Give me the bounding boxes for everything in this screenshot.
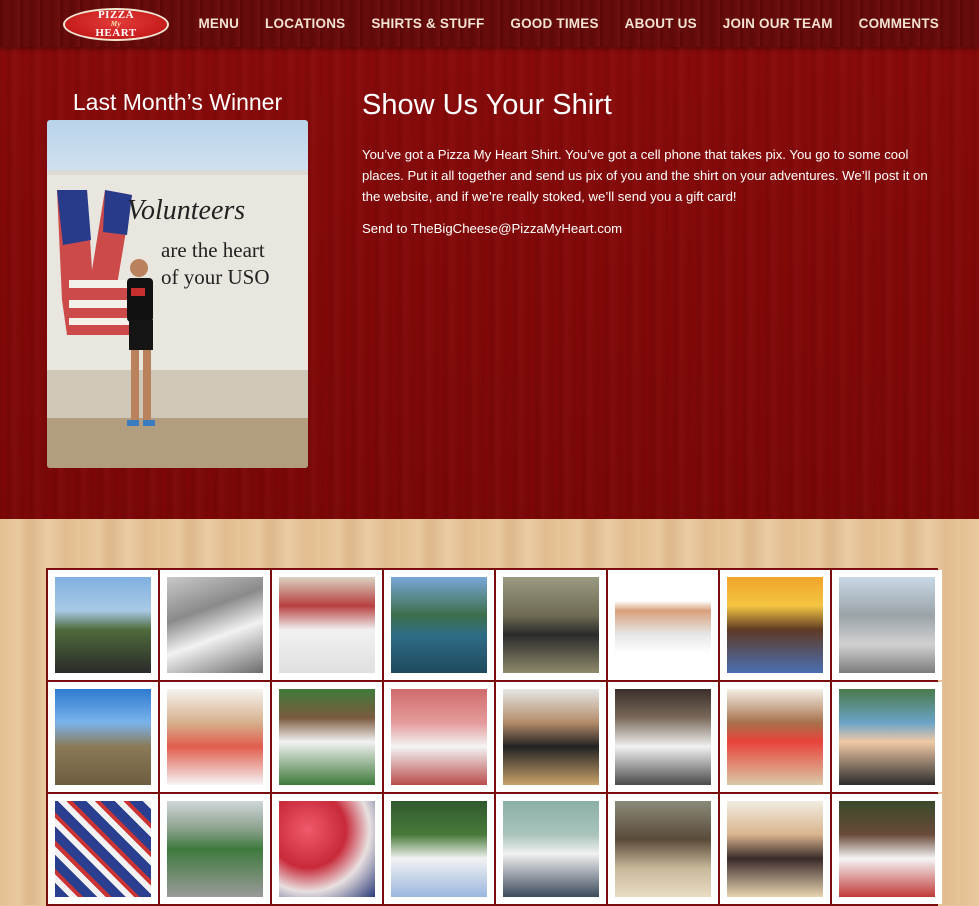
nav-item-shirts-stuff[interactable]: SHIRTS & STUFF (371, 16, 484, 31)
gallery-photo[interactable] (160, 682, 270, 792)
photo-gallery (46, 568, 942, 906)
gallery-photo[interactable] (720, 794, 830, 904)
gallery-photo[interactable] (384, 794, 494, 904)
sign-text-volunteers: Volunteers (127, 195, 246, 226)
nav-item-menu[interactable]: MENU (198, 16, 239, 31)
gallery-photo[interactable] (832, 794, 942, 904)
intro-paragraph: You’ve got a Pizza My Heart Shirt. You’v… (362, 147, 928, 204)
pizza-my-heart-logo[interactable]: PIZZA My HEART (63, 8, 169, 41)
gallery-photo[interactable] (272, 570, 382, 680)
page-title: Show Us Your Shirt (362, 89, 612, 121)
gallery-photo[interactable] (720, 682, 830, 792)
gallery-photo[interactable] (720, 570, 830, 680)
nav-item-good-times[interactable]: GOOD TIMES (510, 16, 598, 31)
email-contact[interactable]: Send to TheBigCheese@PizzaMyHeart.com (362, 218, 947, 239)
gallery-photo[interactable] (608, 570, 718, 680)
intro-text: You’ve got a Pizza My Heart Shirt. You’v… (362, 144, 947, 250)
gallery-photo[interactable] (384, 570, 494, 680)
top-navbar: PIZZA My HEART MENU LOCATIONS SHIRTS & S… (0, 0, 979, 47)
sign-text-uso: of your USO (161, 265, 270, 289)
gallery-photo[interactable] (48, 570, 158, 680)
winner-photo-illustration (47, 175, 308, 468)
gallery-photo[interactable] (496, 682, 606, 792)
gallery-photo[interactable] (272, 794, 382, 904)
gallery-photo[interactable] (160, 794, 270, 904)
gallery-photo[interactable] (832, 682, 942, 792)
gallery-photo[interactable] (496, 570, 606, 680)
nav-item-about-us[interactable]: ABOUT US (625, 16, 697, 31)
gallery-photo[interactable] (496, 794, 606, 904)
gallery-photo[interactable] (160, 570, 270, 680)
sign-text-heart: are the heart (161, 238, 265, 262)
nav-item-comments[interactable]: COMMENTS (859, 16, 939, 31)
gallery-photo[interactable] (272, 682, 382, 792)
logo-text-heart: HEART (95, 27, 137, 39)
nav-menu: MENU LOCATIONS SHIRTS & STUFF GOOD TIMES… (172, 0, 939, 47)
nav-item-locations[interactable]: LOCATIONS (265, 16, 345, 31)
nav-item-join-our-team[interactable]: JOIN OUR TEAM (723, 16, 833, 31)
winner-heading: Last Month’s Winner (72, 89, 283, 115)
gallery-photo[interactable] (384, 682, 494, 792)
gallery-photo[interactable] (48, 682, 158, 792)
gallery-photo[interactable] (608, 682, 718, 792)
gallery-photo[interactable] (608, 794, 718, 904)
gallery-photo[interactable] (48, 794, 158, 904)
winner-photo: Volunteers are the heart of your USO (47, 120, 308, 468)
gallery-photo[interactable] (832, 570, 942, 680)
